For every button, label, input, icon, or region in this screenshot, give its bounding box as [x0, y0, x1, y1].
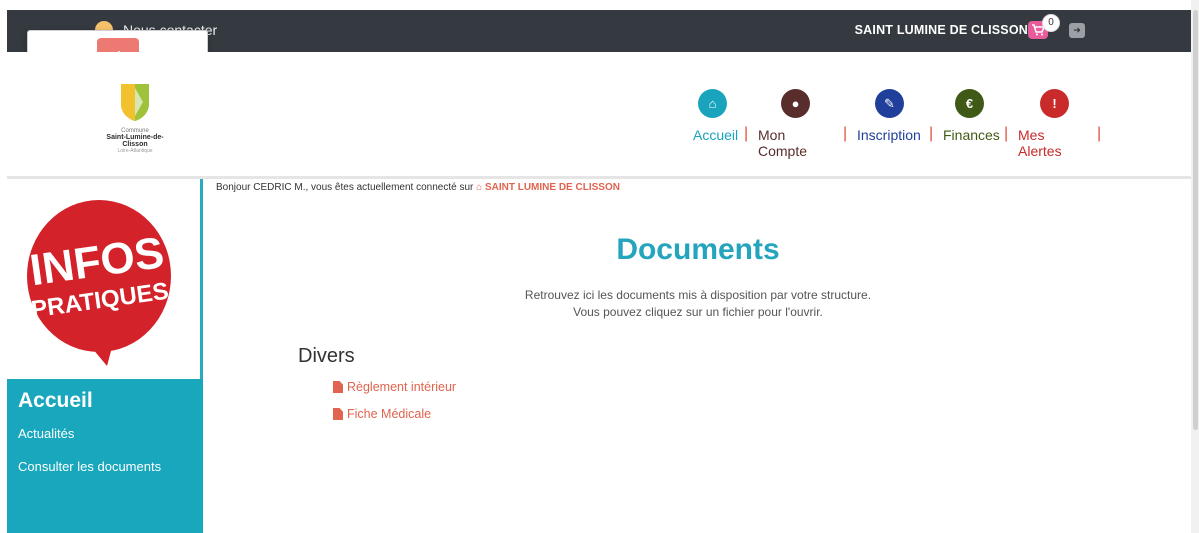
document-link-reglement[interactable]: Règlement intérieur: [333, 380, 456, 394]
greeting: Bonjour CEDRIC M., vous êtes actuellemen…: [216, 182, 620, 193]
nav-separator: |: [929, 125, 934, 142]
user-icon[interactable]: ●: [781, 89, 810, 118]
home-icon[interactable]: ⌂: [698, 89, 727, 118]
greeting-site-link[interactable]: ⌂ SAINT LUMINE DE CLISSON: [476, 182, 620, 193]
nav-inscription[interactable]: Inscription: [857, 127, 921, 143]
nav-separator: |: [1004, 125, 1009, 142]
sidebar-item-actualites[interactable]: Actualités: [18, 426, 74, 441]
nav-separator: |: [744, 125, 749, 142]
site-name: SAINT LUMINE DE CLISSON: [854, 23, 1028, 37]
logout-button[interactable]: ➜: [1069, 23, 1085, 38]
pencil-icon[interactable]: ✎: [875, 89, 904, 118]
home-icon: ⌂: [476, 182, 483, 193]
document-link-fiche-medicale[interactable]: Fiche Médicale: [333, 407, 431, 421]
logo-line3: Loire-Atlantique: [117, 148, 153, 154]
scrollbar-thumb[interactable]: [1193, 10, 1198, 430]
page-title: Documents: [616, 233, 780, 266]
warning-icon[interactable]: !: [1040, 89, 1069, 118]
sidebar-border: [200, 179, 203, 379]
nav-separator: |: [1097, 125, 1102, 142]
description-line1: Retrouvez ici les documents mis à dispos…: [524, 288, 872, 302]
document-label: Règlement intérieur: [347, 380, 457, 394]
nav-accueil[interactable]: Accueil: [693, 127, 738, 143]
nav-separator: |: [843, 125, 848, 142]
commune-logo[interactable]: Commune Saint-Lumine-de-Clisson Loire-At…: [95, 82, 175, 154]
sidebar-title: Accueil: [18, 389, 93, 412]
euro-icon[interactable]: €: [955, 89, 984, 118]
document-label: Fiche Médicale: [347, 407, 432, 421]
nav-finances[interactable]: Finances: [943, 127, 1000, 143]
category-title: Divers: [298, 345, 355, 367]
greeting-site-name: SAINT LUMINE DE CLISSON: [484, 182, 620, 193]
nav-mon-compte[interactable]: Mon Compte: [758, 127, 807, 159]
sidebar-item-documents[interactable]: Consulter les documents: [18, 459, 161, 474]
infos-pratiques-banner: INFOS PRATIQUES: [27, 200, 171, 366]
logo-shield-icon: [121, 84, 149, 121]
logo-line2: Saint-Lumine-de-Clisson: [106, 134, 164, 148]
nav-mes-alertes[interactable]: Mes Alertes: [1018, 127, 1062, 159]
file-pdf-icon: [333, 408, 343, 420]
file-pdf-icon: [333, 381, 343, 393]
logout-icon: ➜: [1073, 25, 1081, 35]
cart-count-badge: 0: [1042, 14, 1060, 32]
description-line2: Vous pouvez cliquez sur un fichier pour …: [573, 305, 823, 319]
header: Commune Saint-Lumine-de-Clisson Loire-At…: [7, 52, 1191, 176]
greeting-text: Bonjour CEDRIC M., vous êtes actuellemen…: [216, 182, 474, 193]
sidebar-panel: Accueil Actualités Consulter les documen…: [7, 379, 203, 533]
